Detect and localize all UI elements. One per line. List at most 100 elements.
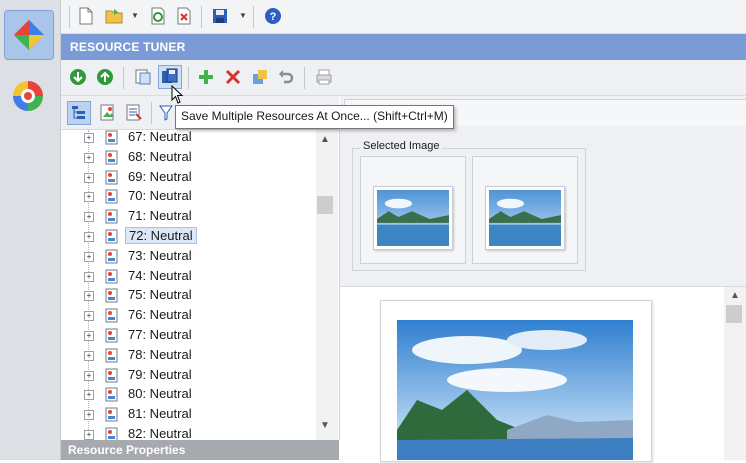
tree-item-label: 78: Neutral <box>128 346 192 362</box>
expand-icon[interactable]: + <box>84 410 94 421</box>
tree-item[interactable]: +72: Neutral <box>61 227 316 246</box>
tooltip: Save Multiple Resources At Once... (Shif… <box>175 105 454 129</box>
resource-toolbar <box>61 60 746 96</box>
tree-view-icon[interactable] <box>67 101 91 125</box>
tree-item-label: 82: Neutral <box>128 426 192 440</box>
toolbar-separator <box>304 67 305 89</box>
image-resource-icon <box>105 130 118 145</box>
help-icon[interactable]: ? <box>264 7 282 25</box>
tree-item[interactable]: +78: Neutral <box>61 346 316 365</box>
image-resource-icon <box>105 249 118 264</box>
tree-item[interactable]: +70: Neutral <box>61 187 316 206</box>
image-view-icon[interactable] <box>99 104 117 122</box>
preview-scroll-up-icon[interactable]: ▲ <box>727 290 743 301</box>
new-document-icon[interactable] <box>77 7 95 25</box>
tree-item[interactable]: +75: Neutral <box>61 286 316 305</box>
app-sidebar <box>0 0 61 460</box>
image-resource-icon <box>105 427 118 440</box>
thumbnail-frame[interactable] <box>472 156 578 264</box>
save-resource-icon[interactable] <box>134 68 152 86</box>
tree-item-label: 71: Neutral <box>128 208 192 224</box>
tree-scroll-thumb[interactable] <box>317 196 333 214</box>
expand-icon[interactable]: + <box>84 192 94 203</box>
image-resource-icon <box>105 308 118 323</box>
tree-item[interactable]: +71: Neutral <box>61 207 316 226</box>
undo-icon[interactable] <box>277 68 295 86</box>
open-dropdown-arrow-icon[interactable]: ▼ <box>131 11 139 20</box>
resource-tuner-logo-button[interactable] <box>4 10 54 60</box>
expand-icon[interactable]: + <box>84 291 94 302</box>
image-resource-icon <box>105 189 118 204</box>
tree-item[interactable]: +76: Neutral <box>61 306 316 325</box>
move-up-icon[interactable] <box>96 68 114 86</box>
thumbnail-frame[interactable] <box>360 156 466 264</box>
resource-properties-bar[interactable]: Resource Properties <box>61 440 339 460</box>
expand-icon[interactable]: + <box>84 311 94 322</box>
save-disk-icon[interactable] <box>211 7 229 25</box>
tree-item[interactable]: +74: Neutral <box>61 267 316 286</box>
image-resource-icon <box>105 368 118 383</box>
resource-tuner-logo-icon <box>14 20 44 50</box>
tree-item[interactable]: +82: Neutral <box>61 425 316 440</box>
tree-item[interactable]: +79: Neutral <box>61 366 316 385</box>
tree-item[interactable]: +69: Neutral <box>61 168 316 187</box>
refresh-icon[interactable] <box>149 7 167 25</box>
close-file-icon[interactable] <box>175 7 193 25</box>
open-folder-icon[interactable] <box>105 7 123 25</box>
expand-icon[interactable]: + <box>84 133 94 143</box>
tree-item[interactable]: +67: Neutral <box>61 130 316 147</box>
image-resource-icon <box>105 387 118 402</box>
tree-item[interactable]: +68: Neutral <box>61 148 316 167</box>
toolbar-separator <box>69 6 70 28</box>
tree-scrollbar[interactable]: ▲ ▼ <box>316 130 338 440</box>
scroll-up-arrow-icon[interactable]: ▲ <box>317 134 333 145</box>
expand-icon[interactable]: + <box>84 350 94 361</box>
tree-item[interactable]: +73: Neutral <box>61 247 316 266</box>
tree-item-label: 73: Neutral <box>128 247 192 263</box>
toolbar-separator <box>201 6 202 28</box>
toolbar-separator <box>253 6 254 28</box>
add-icon[interactable] <box>197 68 215 86</box>
expand-icon[interactable]: + <box>84 251 94 262</box>
landscape-thumbnail <box>485 186 565 250</box>
svg-text:?: ? <box>270 11 277 23</box>
tree-item-label: 70: Neutral <box>128 188 192 204</box>
tree-item[interactable]: +80: Neutral <box>61 385 316 404</box>
tree-item-label: 67: Neutral <box>128 130 192 144</box>
expand-icon[interactable]: + <box>84 271 94 282</box>
expand-icon[interactable]: + <box>84 370 94 381</box>
tree-item[interactable]: +77: Neutral <box>61 326 316 345</box>
main-toolbar: ▼ ▼ ? <box>61 0 746 34</box>
tree-item-label: 76: Neutral <box>128 307 192 323</box>
expand-icon[interactable]: + <box>84 172 94 183</box>
image-resource-icon <box>105 229 118 244</box>
preview-scroll-thumb[interactable] <box>726 305 742 323</box>
toolbar-separator <box>123 67 124 89</box>
tree-item-label: 72: Neutral <box>125 227 197 244</box>
delete-icon[interactable] <box>224 68 242 86</box>
tree-item-label: 79: Neutral <box>128 366 192 382</box>
image-resource-icon <box>105 269 118 284</box>
image-resource-icon <box>105 407 118 422</box>
tree-item-label: 69: Neutral <box>128 168 192 184</box>
edit-resource-icon[interactable] <box>251 68 269 86</box>
image-resource-icon <box>105 170 118 185</box>
move-down-icon[interactable] <box>69 68 87 86</box>
selected-image-label: Selected Image <box>360 140 443 152</box>
resource-tree: +67: Neutral +68: Neutral +69: Neutral +70:… <box>61 130 340 440</box>
expand-icon[interactable]: + <box>84 152 94 163</box>
scroll-down-arrow-icon[interactable]: ▼ <box>317 420 333 431</box>
resource-tuner-header: RESOURCE TUNER <box>61 34 746 60</box>
expand-icon[interactable]: + <box>84 430 94 440</box>
tree-item[interactable]: +81: Neutral <box>61 405 316 424</box>
expand-icon[interactable]: + <box>84 390 94 401</box>
color-wheel-button[interactable] <box>4 72 52 120</box>
expand-icon[interactable]: + <box>84 232 94 242</box>
expand-icon[interactable]: + <box>84 212 94 223</box>
large-landscape-image <box>397 320 633 460</box>
tree-item-label: 75: Neutral <box>128 287 192 303</box>
save-dropdown-arrow-icon[interactable]: ▼ <box>239 11 247 20</box>
expand-icon[interactable]: + <box>84 331 94 341</box>
text-view-icon[interactable] <box>125 104 143 122</box>
print-icon[interactable] <box>315 68 333 86</box>
